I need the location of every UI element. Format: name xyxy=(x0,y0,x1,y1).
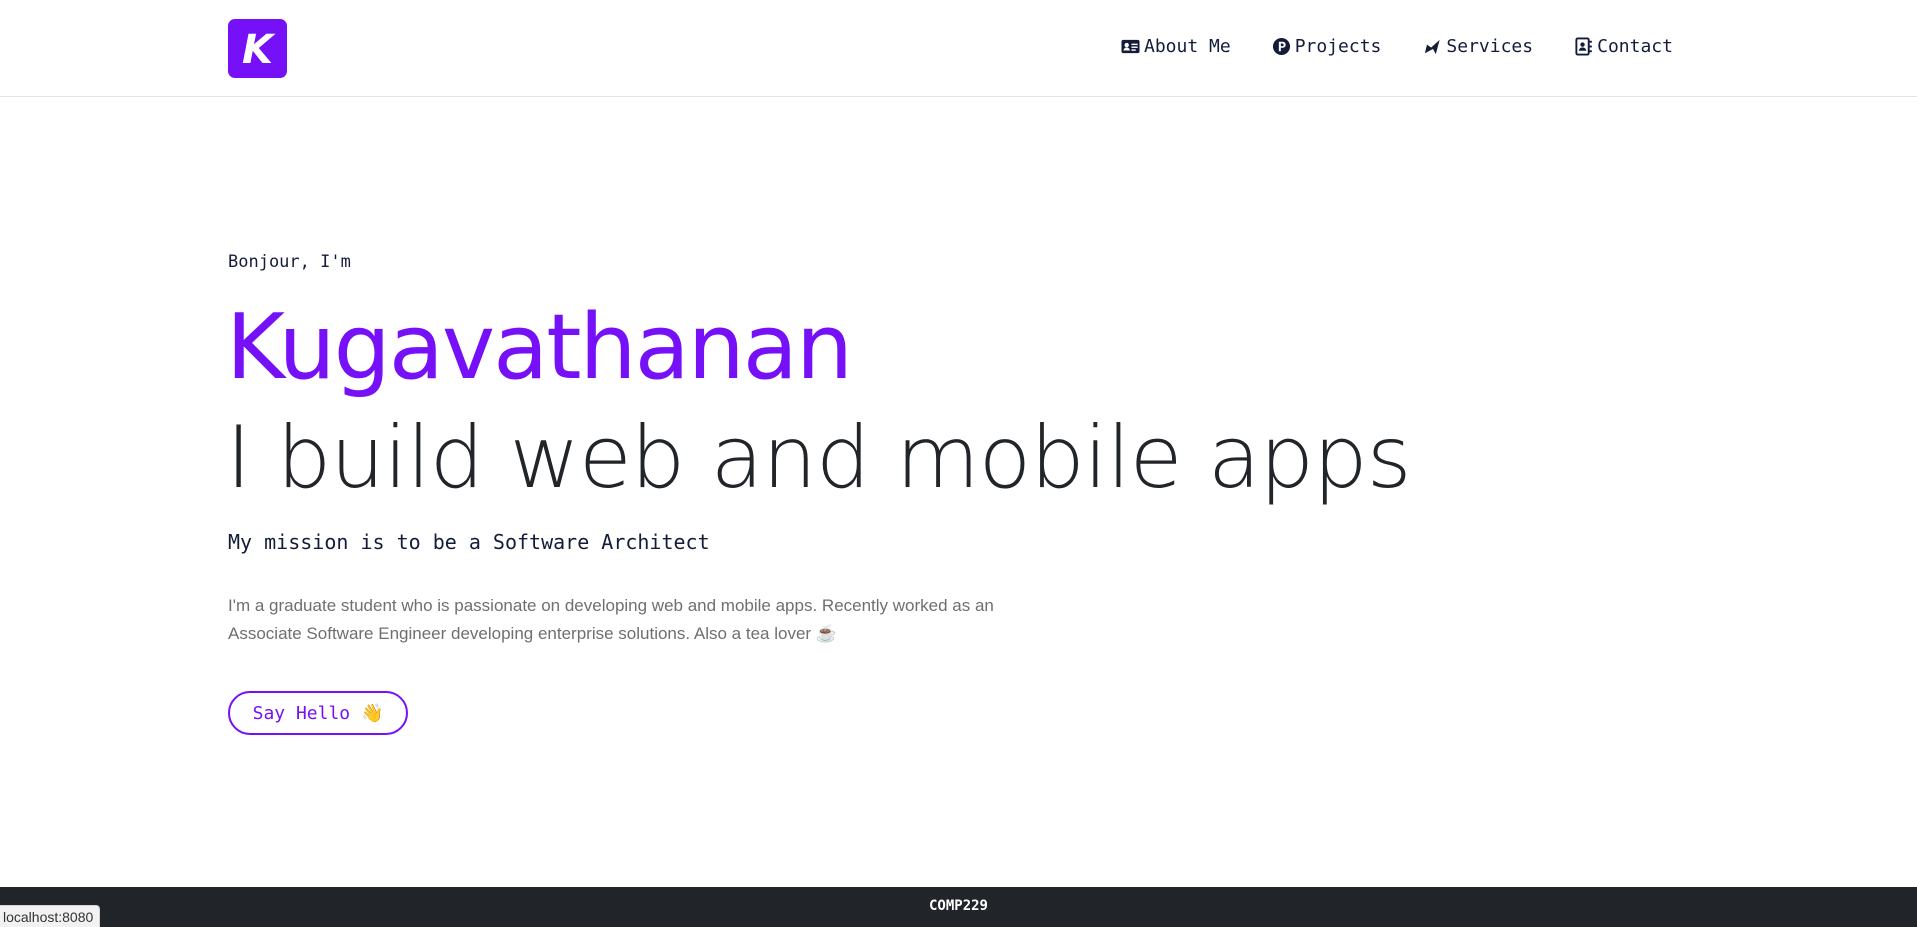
paper-plane-icon xyxy=(1425,39,1441,55)
footer-text: COMP229 xyxy=(928,898,988,914)
nav-services-label: Services xyxy=(1446,36,1534,57)
hero-greeting: Bonjour, I'm xyxy=(228,252,351,272)
logo-letter: K xyxy=(242,26,273,73)
nav-about-me[interactable]: About Me xyxy=(1121,36,1231,57)
nav-about-me-label: About Me xyxy=(1144,36,1231,57)
nav-contact[interactable]: Contact xyxy=(1574,36,1673,57)
nav-links: About Me Projects Services Contact xyxy=(1121,36,1673,57)
footer: COMP229 xyxy=(0,887,1917,927)
parking-p-icon xyxy=(1272,37,1290,56)
id-card-icon xyxy=(1121,39,1140,54)
brand-logo[interactable]: K xyxy=(228,19,287,78)
top-navbar: K About Me Projects Services Contact xyxy=(0,0,1917,97)
hero-mission: My mission is to be a Software Architect xyxy=(228,530,710,554)
nav-projects[interactable]: Projects xyxy=(1272,36,1382,57)
nav-services[interactable]: Services xyxy=(1423,36,1533,57)
hero-tagline: I build web and mobile apps xyxy=(226,408,1412,508)
nav-projects-label: Projects xyxy=(1294,36,1382,57)
nav-contact-label: Contact xyxy=(1597,36,1673,57)
say-hello-button[interactable]: Say Hello 👋 xyxy=(228,691,408,735)
hero-description: I'm a graduate student who is passionate… xyxy=(228,596,994,643)
status-bar-url: localhost:8080 xyxy=(0,905,101,927)
hero-name: Kugavathanan xyxy=(226,295,853,400)
address-book-icon xyxy=(1575,37,1592,56)
